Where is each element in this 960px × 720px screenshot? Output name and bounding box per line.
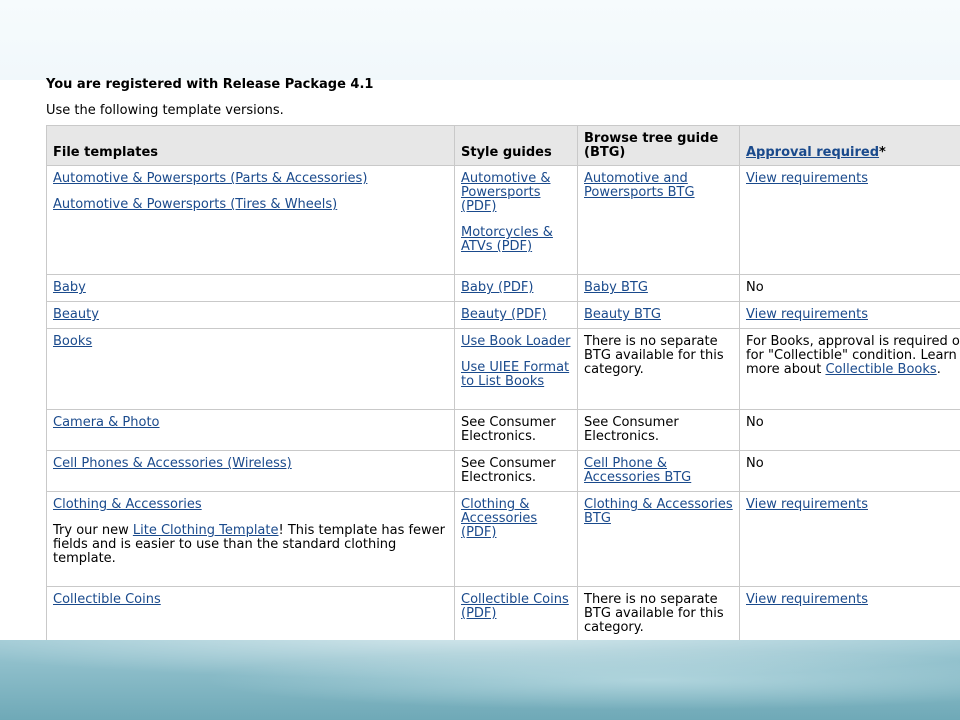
lite-template-note: Try our new Lite Clothing Template! This…	[53, 524, 448, 566]
file-template-link[interactable]: Automotive & Powersports (Tires & Wheels…	[53, 198, 448, 212]
style-guide-link[interactable]: Baby (PDF)	[461, 280, 533, 295]
approval-cell: For Books, approval is required only for…	[739, 328, 960, 410]
view-requirements-link[interactable]: View requirements	[746, 307, 868, 322]
btg-cell: Automotive and Powersports BTG	[577, 165, 740, 275]
style-guide-link[interactable]: Clothing & Accessories (PDF)	[461, 497, 537, 540]
file-template-link[interactable]: Clothing & Accessories	[53, 498, 448, 512]
style-guides-cell: See Consumer Electronics.	[454, 409, 578, 451]
file-template-link[interactable]: Automotive & Powersports (Parts & Access…	[53, 172, 448, 186]
file-template-link[interactable]: Beauty	[53, 307, 99, 322]
file-templates-cell: Clothing & Accessories Try our new Lite …	[46, 491, 455, 587]
registration-heading: You are registered with Release Package …	[46, 77, 374, 92]
table-row: Beauty Beauty (PDF) Beauty BTG View requ…	[46, 301, 960, 329]
style-guide-link[interactable]: Collectible Coins (PDF)	[461, 592, 569, 621]
collectible-books-link[interactable]: Collectible Books	[825, 362, 936, 377]
main-content: You are registered with Release Package …	[46, 76, 960, 642]
btg-link[interactable]: Baby BTG	[584, 280, 648, 295]
file-templates-cell: Baby	[46, 274, 455, 302]
approval-cell: View requirements	[739, 491, 960, 587]
file-templates-cell: Beauty	[46, 301, 455, 329]
btg-cell: Baby BTG	[577, 274, 740, 302]
file-template-link[interactable]: Books	[53, 334, 92, 349]
asterisk: *	[879, 145, 886, 160]
style-guides-cell: Baby (PDF)	[454, 274, 578, 302]
table-row: Cell Phones & Accessories (Wireless) See…	[46, 450, 960, 492]
uiee-format-link[interactable]: Use UIEE Format to List Books	[461, 361, 571, 389]
file-templates-cell: Books	[46, 328, 455, 410]
style-guides-cell: Collectible Coins (PDF)	[454, 586, 578, 642]
note-text: Try our new	[53, 523, 133, 538]
btg-cell: Beauty BTG	[577, 301, 740, 329]
view-requirements-link[interactable]: View requirements	[746, 497, 868, 512]
style-guides-cell: Clothing & Accessories (PDF)	[454, 491, 578, 587]
column-header-btg: Browse tree guide (BTG)	[577, 125, 740, 166]
btg-cell: Clothing & Accessories BTG	[577, 491, 740, 587]
intro-text: Use the following template versions.	[46, 103, 284, 118]
table-row: Clothing & Accessories Try our new Lite …	[46, 491, 960, 587]
approval-cell: No	[739, 450, 960, 492]
approval-required-link[interactable]: Approval required	[746, 145, 879, 160]
approval-cell: No	[739, 409, 960, 451]
template-table: File templates Style guides Browse tree …	[46, 125, 960, 642]
style-guide-link[interactable]: Automotive & Powersports (PDF)	[461, 172, 571, 214]
view-requirements-link[interactable]: View requirements	[746, 592, 868, 607]
approval-cell: View requirements	[739, 586, 960, 642]
approval-cell: No	[739, 274, 960, 302]
file-templates-cell: Collectible Coins	[46, 586, 455, 642]
table-row: Baby Baby (PDF) Baby BTG No	[46, 274, 960, 302]
btg-link[interactable]: Clothing & Accessories BTG	[584, 497, 733, 526]
btg-link[interactable]: Cell Phone & Accessories BTG	[584, 456, 691, 485]
btg-cell: See Consumer Electronics.	[577, 409, 740, 451]
btg-cell: There is no separate BTG available for t…	[577, 586, 740, 642]
style-guides-cell: Automotive & Powersports (PDF) Motorcycl…	[454, 165, 578, 275]
view-requirements-link[interactable]: View requirements	[746, 171, 868, 186]
header-band	[0, 0, 960, 80]
file-templates-cell: Automotive & Powersports (Parts & Access…	[46, 165, 455, 275]
book-loader-link[interactable]: Use Book Loader	[461, 335, 571, 349]
approval-cell: View requirements	[739, 165, 960, 275]
btg-link[interactable]: Automotive and Powersports BTG	[584, 171, 695, 200]
style-guide-link[interactable]: Beauty (PDF)	[461, 307, 547, 322]
btg-cell: There is no separate BTG available for t…	[577, 328, 740, 410]
approval-cell: View requirements	[739, 301, 960, 329]
column-header-file-templates: File templates	[46, 125, 455, 166]
file-template-link[interactable]: Baby	[53, 280, 86, 295]
style-guides-cell: Beauty (PDF)	[454, 301, 578, 329]
btg-link[interactable]: Beauty BTG	[584, 307, 661, 322]
file-templates-cell: Camera & Photo	[46, 409, 455, 451]
style-guides-cell: Use Book Loader Use UIEE Format to List …	[454, 328, 578, 410]
btg-cell: Cell Phone & Accessories BTG	[577, 450, 740, 492]
file-templates-cell: Cell Phones & Accessories (Wireless)	[46, 450, 455, 492]
approval-note-end: .	[936, 362, 941, 377]
lite-clothing-template-link[interactable]: Lite Clothing Template	[133, 523, 279, 538]
table-row: Automotive & Powersports (Parts & Access…	[46, 165, 960, 275]
style-guides-cell: See Consumer Electronics.	[454, 450, 578, 492]
file-template-link[interactable]: Camera & Photo	[53, 415, 160, 430]
column-header-approval: Approval required*	[739, 125, 960, 166]
file-template-link[interactable]: Collectible Coins	[53, 592, 161, 607]
table-row: Collectible Coins Collectible Coins (PDF…	[46, 586, 960, 642]
footer-wave-band	[0, 640, 960, 720]
file-template-link[interactable]: Cell Phones & Accessories (Wireless)	[53, 456, 292, 471]
table-header-row: File templates Style guides Browse tree …	[46, 125, 960, 166]
table-row: Camera & Photo See Consumer Electronics.…	[46, 409, 960, 451]
style-guide-link[interactable]: Motorcycles & ATVs (PDF)	[461, 226, 571, 254]
table-row: Books Use Book Loader Use UIEE Format to…	[46, 328, 960, 410]
column-header-style-guides: Style guides	[454, 125, 578, 166]
wave-highlight	[200, 650, 960, 710]
